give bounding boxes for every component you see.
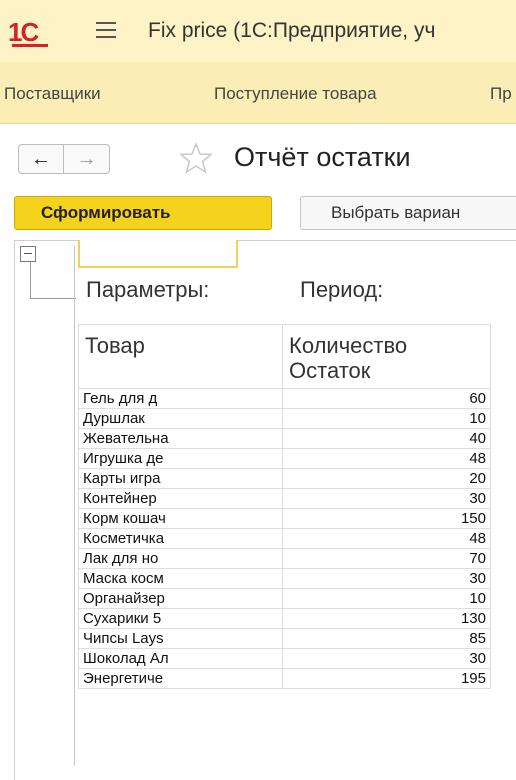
product-cell[interactable]: Энергетиче: [78, 668, 283, 689]
group-line: [74, 246, 75, 766]
quantity-cell[interactable]: 48: [282, 528, 491, 549]
product-cell[interactable]: Гель для д: [78, 388, 283, 409]
collapse-minus-icon[interactable]: [20, 246, 36, 262]
arrow-left-icon: ←: [31, 147, 51, 170]
section-suppliers[interactable]: Поставщики: [4, 84, 101, 104]
table-row[interactable]: Дуршлак 10: [78, 408, 491, 429]
table-row[interactable]: Маска косм 30: [78, 568, 491, 589]
quantity-cell[interactable]: 30: [282, 648, 491, 669]
table-row[interactable]: Косметичка 48: [78, 528, 491, 549]
table-row[interactable]: Лак для но 70: [78, 548, 491, 569]
forward-button[interactable]: →: [64, 144, 110, 174]
product-cell[interactable]: Игрушка де: [78, 448, 283, 469]
form-title: Отчёт остатки: [234, 142, 411, 172]
logo-1c-icon[interactable]: 1С: [8, 19, 39, 45]
quantity-cell[interactable]: 30: [282, 488, 491, 509]
table-row[interactable]: Жевательна 40: [78, 428, 491, 449]
quantity-cell[interactable]: 85: [282, 628, 491, 649]
table-row[interactable]: Гель для д 60: [78, 388, 491, 409]
table-row[interactable]: Органайзер 10: [78, 588, 491, 609]
star-icon[interactable]: [180, 142, 212, 174]
quantity-cell[interactable]: 150: [282, 508, 491, 529]
app-title: Fix price (1С:Предприятие, уч: [148, 19, 436, 42]
tree-line: [30, 262, 31, 298]
logo-underline: [12, 44, 48, 47]
table-row[interactable]: Контейнер 30: [78, 488, 491, 509]
column-header-quantity[interactable]: Количество Остаток: [282, 324, 491, 389]
product-cell[interactable]: Косметичка: [78, 528, 283, 549]
product-cell[interactable]: Карты игра: [78, 468, 283, 489]
tree-line: [30, 298, 76, 299]
table-header-row: Товар Количество Остаток: [78, 324, 491, 389]
quantity-cell[interactable]: 30: [282, 568, 491, 589]
generate-button[interactable]: Сформировать: [14, 196, 272, 230]
column-header-product[interactable]: Товар: [78, 324, 283, 389]
quantity-cell[interactable]: 70: [282, 548, 491, 569]
product-cell[interactable]: Шоколад Ал: [78, 648, 283, 669]
table-row[interactable]: Шоколад Ал 30: [78, 648, 491, 669]
product-cell[interactable]: Маска косм: [78, 568, 283, 589]
section-more[interactable]: Пр: [490, 84, 512, 104]
table-row[interactable]: Сухарики 5 130: [78, 608, 491, 629]
product-cell[interactable]: Корм кошач: [78, 508, 283, 529]
column-header-quantity-label: Количество: [289, 333, 408, 358]
product-cell[interactable]: Жевательна: [78, 428, 283, 449]
quantity-cell[interactable]: 40: [282, 428, 491, 449]
table-row[interactable]: Корм кошач 150: [78, 508, 491, 529]
table-row[interactable]: Чипсы Lays 85: [78, 628, 491, 649]
sections-panel: Поставщики Поступление товара Пр: [0, 62, 516, 124]
product-cell[interactable]: Чипсы Lays: [78, 628, 283, 649]
table-row[interactable]: Карты игра 20: [78, 468, 491, 489]
product-cell[interactable]: Органайзер: [78, 588, 283, 609]
quantity-cell[interactable]: 10: [282, 408, 491, 429]
selected-cell[interactable]: [78, 240, 238, 268]
arrow-right-icon: →: [76, 147, 97, 170]
column-header-product-label: Товар: [85, 333, 145, 358]
quantity-cell[interactable]: 130: [282, 608, 491, 629]
back-button[interactable]: ←: [18, 144, 64, 174]
parameters-label: Параметры:: [86, 277, 210, 302]
product-cell[interactable]: Контейнер: [78, 488, 283, 509]
report-table: Товар Количество Остаток Гель для д 60 Дур…: [78, 324, 491, 689]
product-cell[interactable]: Сухарики 5: [78, 608, 283, 629]
report-body: Гель для д 60 Дуршлак 10 Жевательна 40 Игрушка…: [78, 388, 491, 689]
table-row[interactable]: Энергетиче 195: [78, 668, 491, 689]
table-row[interactable]: Игрушка де 48: [78, 448, 491, 469]
column-header-remainder-label: Остаток: [289, 358, 371, 383]
product-cell[interactable]: Дуршлак: [78, 408, 283, 429]
quantity-cell[interactable]: 48: [282, 448, 491, 469]
product-cell[interactable]: Лак для но: [78, 548, 283, 569]
select-variant-button[interactable]: Выбрать вариан: [300, 196, 516, 230]
quantity-cell[interactable]: 20: [282, 468, 491, 489]
period-label: Период:: [300, 277, 384, 302]
section-goods-receipt[interactable]: Поступление товара: [214, 84, 377, 104]
quantity-cell[interactable]: 60: [282, 388, 491, 409]
quantity-cell[interactable]: 195: [282, 668, 491, 689]
title-bar: 1С Fix price (1С:Предприятие, уч: [0, 0, 516, 62]
menu-icon[interactable]: [96, 22, 116, 38]
quantity-cell[interactable]: 10: [282, 588, 491, 609]
